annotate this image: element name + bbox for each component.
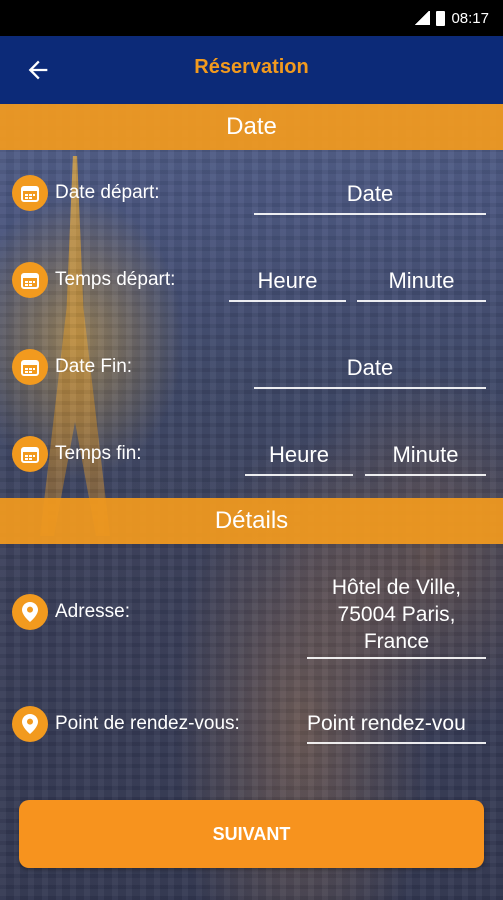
calendar-icon [12, 349, 48, 385]
temps-depart-label: Temps départ: [55, 269, 176, 290]
temps-depart-minute-field[interactable]: Minute [357, 268, 486, 302]
section-header-details: Détails [0, 498, 503, 544]
adresse-field[interactable]: Hôtel de Ville, 75004 Paris, France [307, 574, 486, 659]
battery-icon [436, 10, 446, 26]
point-rendez-vous-field[interactable]: Point rendez-vou [307, 712, 486, 744]
date-fin-field[interactable]: Date [254, 355, 486, 389]
adresse-line-3: France [363, 630, 430, 653]
date-fin-label: Date Fin: [55, 356, 133, 377]
location-pin-icon [12, 706, 48, 742]
calendar-icon [12, 175, 48, 211]
app-bar: Réservation [0, 36, 503, 104]
temps-depart-hour-field[interactable]: Heure [229, 268, 346, 302]
adresse-line-2: 75004 Paris, [337, 603, 456, 626]
point-rendez-vous-label: Point de rendez-vous: [55, 713, 240, 734]
date-depart-label: Date départ: [55, 182, 160, 203]
location-pin-icon [12, 594, 48, 630]
calendar-icon [12, 436, 48, 472]
status-bar: 08:17 [0, 0, 503, 36]
date-depart-field[interactable]: Date [254, 181, 486, 215]
adresse-line-1: Hôtel de Ville, [331, 576, 462, 599]
suivant-button[interactable]: SUIVANT [19, 800, 484, 868]
signal-icon [414, 11, 431, 25]
calendar-icon [12, 262, 48, 298]
temps-fin-minute-field[interactable]: Minute [365, 442, 486, 476]
eiffel-tower-graphic [40, 156, 110, 536]
section-header-date: Date [0, 104, 503, 150]
adresse-label: Adresse: [55, 601, 130, 622]
temps-fin-label: Temps fin: [55, 443, 142, 464]
temps-fin-hour-field[interactable]: Heure [245, 442, 353, 476]
page-title: Réservation [194, 56, 309, 78]
status-time: 08:17 [451, 9, 489, 27]
